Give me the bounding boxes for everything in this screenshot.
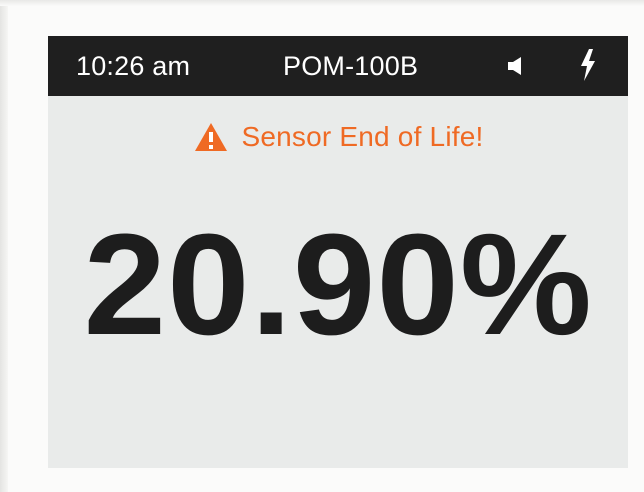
- warning-icon: [194, 123, 227, 151]
- reading-display: 20.90%: [48, 200, 628, 370]
- status-bar: 10:26 am POM-100B: [48, 36, 628, 96]
- device-name: POM-100B: [283, 51, 419, 81]
- lightning-bolt-icon: [581, 49, 595, 81]
- speaker-icon: [508, 57, 521, 75]
- alert-message: Sensor End of Life!: [193, 120, 484, 160]
- device-frame-top-edge: [0, 0, 644, 6]
- alert-text: Sensor End of Life!: [241, 121, 484, 152]
- alert-row: Sensor End of Life!: [48, 120, 628, 160]
- device-frame-left-edge: [0, 0, 8, 492]
- oxygen-reading-value: 20.90%: [83, 204, 593, 365]
- status-time: 10:26 am: [76, 51, 191, 81]
- device-frame: 10:26 am POM-100B Sensor End of Life! 20…: [0, 0, 644, 492]
- device-screen: 10:26 am POM-100B Sensor End of Life! 20…: [48, 36, 628, 468]
